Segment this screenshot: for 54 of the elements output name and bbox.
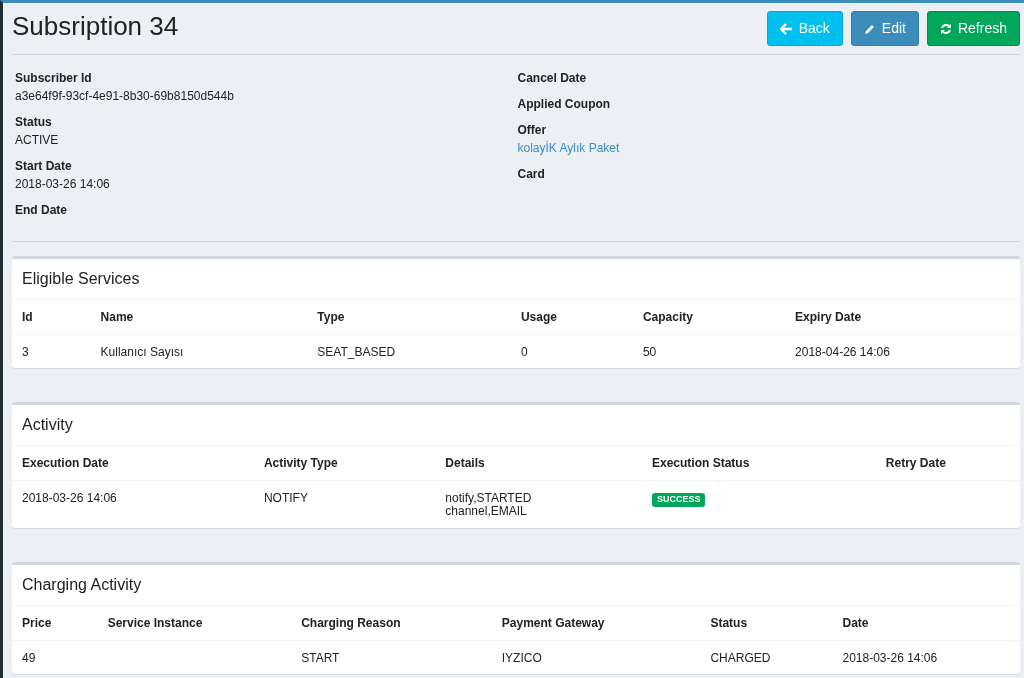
field-label: Start Date: [15, 158, 73, 175]
column-header: Retry Date: [875, 446, 1020, 481]
field-label: Offer: [517, 122, 548, 139]
panel-title: Activity: [12, 405, 1020, 447]
column-header: Charging Reason: [291, 605, 492, 641]
field-label: Status: [15, 114, 53, 131]
column-header: Payment Gateway: [491, 605, 701, 641]
field-label: Cancel Date: [517, 70, 588, 87]
table-cell: 2018-03-26 14:06: [832, 640, 1020, 674]
back-button[interactable]: Back: [766, 11, 843, 46]
column-header: Id: [12, 300, 91, 335]
table-cell: 3: [12, 334, 91, 369]
column-header: Service Instance: [97, 605, 292, 641]
table-cell: IYZICO: [491, 640, 701, 674]
arrow-left-icon: [779, 22, 793, 35]
status-badge: SUCCESS: [651, 493, 706, 508]
column-header: Date: [832, 605, 1020, 641]
column-header: Status: [700, 605, 833, 641]
table-cell: 2018-03-26 14:06: [12, 480, 254, 528]
column-header: Expiry Date: [785, 300, 1020, 335]
table-cell: 2018-04-26 14:06: [785, 334, 1020, 369]
table-cell: Kullanıcı Sayısı: [90, 334, 308, 369]
table-cell: SEAT_BASED: [307, 334, 511, 369]
column-header: Name: [90, 300, 308, 335]
column-header: Activity Type: [253, 446, 436, 481]
field-label: Card: [517, 166, 546, 183]
column-header: Price: [12, 605, 98, 641]
page-title: Subsription 34: [12, 11, 179, 43]
table-cell: 0: [510, 334, 633, 369]
field-value: a3e64f9f-93cf-4e91-8b30-69b8150d544b: [15, 88, 235, 105]
table-cell: CHARGED: [700, 640, 833, 674]
pencil-icon: [863, 22, 876, 35]
column-header: Execution Status: [641, 446, 876, 481]
field-value: ACTIVE: [15, 132, 60, 149]
panel-title: Eligible Services: [12, 259, 1020, 300]
column-header: Capacity: [632, 300, 786, 335]
table-cell: START: [291, 640, 492, 674]
table-cell: 50: [632, 334, 786, 369]
field-value: 2018-03-26 14:06: [15, 176, 111, 193]
column-header: Type: [307, 300, 511, 335]
table-cell: 49: [12, 640, 98, 674]
refresh-icon: [939, 22, 952, 35]
offer-link[interactable]: kolayİK Aylık Paket: [517, 141, 620, 155]
refresh-button[interactable]: Refresh: [926, 11, 1020, 46]
field-label: Subscriber Id: [15, 70, 93, 87]
table-cell: NOTIFY: [253, 480, 436, 528]
column-header: Execution Date: [12, 446, 254, 481]
edit-button[interactable]: Edit: [850, 11, 919, 46]
field-label: End Date: [15, 202, 68, 219]
table-cell: notify,STARTED channel,EMAIL: [435, 480, 642, 528]
column-header: Usage: [510, 300, 633, 335]
panel-title: Charging Activity: [12, 564, 1020, 606]
field-label: Applied Coupon: [517, 96, 612, 113]
column-header: Details: [435, 446, 642, 481]
